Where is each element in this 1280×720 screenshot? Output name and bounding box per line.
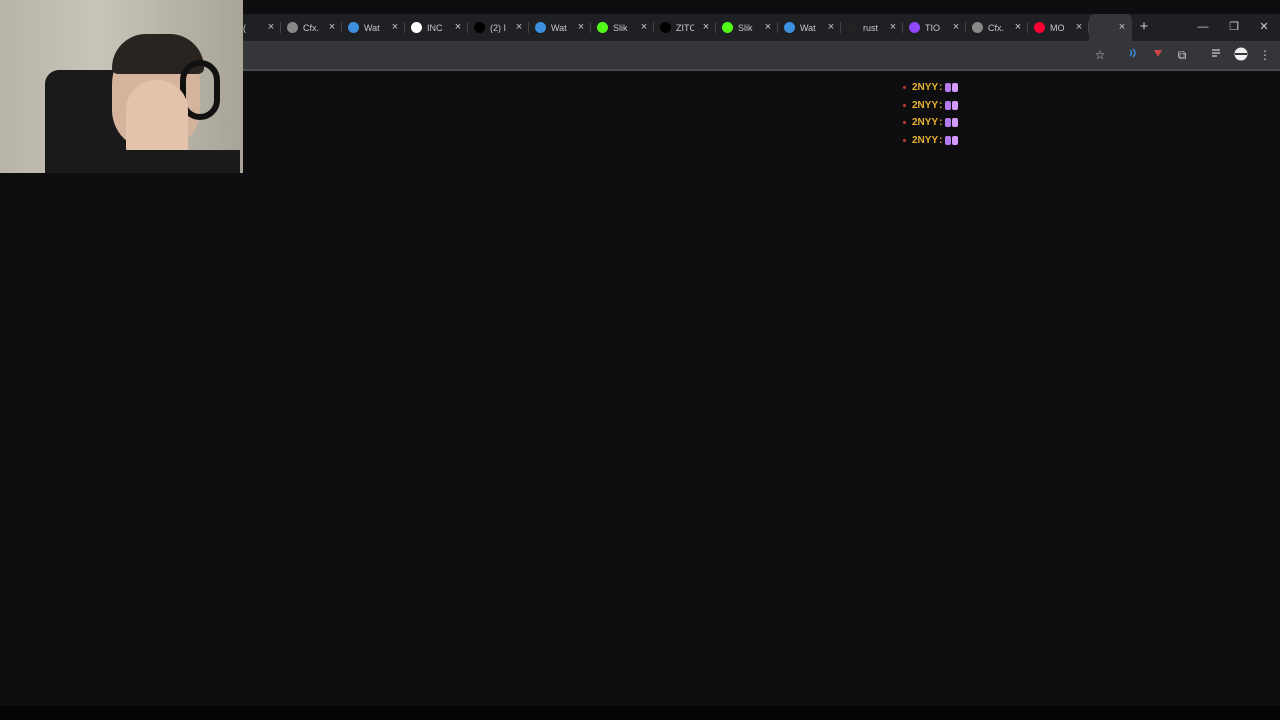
tab-close-icon[interactable]: × <box>888 21 898 33</box>
tab-title: Slik <box>738 22 753 33</box>
globe-icon <box>972 22 983 33</box>
tab-close-icon[interactable]: × <box>1013 21 1023 33</box>
webcam-shirt <box>100 150 240 173</box>
tab-title: MO <box>1050 22 1065 33</box>
shield-glyph <box>1154 50 1162 57</box>
tab-title: Slik <box>613 22 628 33</box>
x-icon <box>474 22 485 33</box>
tab-4[interactable]: INC × <box>405 14 468 41</box>
tab-close-icon[interactable]: × <box>701 21 711 33</box>
tab-9[interactable]: Slik × <box>716 14 778 41</box>
watch-icon <box>535 22 546 33</box>
cast-glyph <box>1129 48 1136 58</box>
google-icon <box>411 22 422 33</box>
tab-close-icon[interactable]: × <box>327 21 337 33</box>
tab-13[interactable]: Cfx. × <box>966 14 1028 41</box>
badge-icon <box>903 139 906 143</box>
tab-12[interactable]: TIO × <box>903 14 966 41</box>
twitch-icon <box>909 22 920 33</box>
rust-icon <box>847 22 858 33</box>
tab-title: (2) I <box>490 22 507 33</box>
chat-message: 2NYY : <box>900 97 1100 115</box>
tab-3[interactable]: Wat × <box>342 14 405 41</box>
tab-6[interactable]: Wat × <box>529 14 591 41</box>
chat-username: 2NYY <box>912 82 939 94</box>
globe-icon <box>287 22 298 33</box>
tab-close-icon[interactable]: × <box>390 21 400 33</box>
watch-icon <box>784 22 795 33</box>
tab-close-icon[interactable]: × <box>576 21 586 33</box>
tab-7[interactable]: Slik × <box>591 14 654 41</box>
media-control-icon[interactable] <box>1209 47 1225 63</box>
kick-icon <box>722 22 733 33</box>
chat-message: 2NYY : <box>900 132 1100 150</box>
tab-close-icon[interactable]: × <box>639 21 649 33</box>
chat-separator: : <box>939 135 943 147</box>
chat-message: 2NYY : <box>900 114 1100 132</box>
kick-icon <box>597 22 608 33</box>
tab-5[interactable]: (2) I × <box>468 14 529 41</box>
extensions-icon[interactable]: ⧉ <box>1174 47 1190 63</box>
badge-icon <box>903 86 906 90</box>
chat-separator: : <box>939 82 943 94</box>
tab-title: Wat <box>551 22 567 33</box>
new-tab-button[interactable]: + <box>1134 14 1154 41</box>
tab-title: Cfx. <box>988 22 1005 33</box>
chat-message: 2NYY : <box>900 79 1100 97</box>
avatar-glyph <box>1234 47 1248 61</box>
minimize-button[interactable]: — <box>1188 14 1218 41</box>
emote-icon <box>945 118 959 128</box>
tab-close-icon[interactable]: × <box>951 21 961 33</box>
tab-10[interactable]: Wat × <box>778 14 841 41</box>
shield-extension-icon[interactable] <box>1150 47 1166 63</box>
chat-separator: : <box>939 117 943 129</box>
tab-14[interactable]: MO × <box>1028 14 1089 41</box>
chat-username: 2NYY <box>912 117 939 129</box>
tab-close-icon[interactable]: × <box>1117 21 1127 33</box>
badge-icon <box>903 121 906 125</box>
chat-separator: : <box>939 99 943 111</box>
tab-title: ( <box>243 22 246 33</box>
tab-close-icon[interactable]: × <box>453 21 463 33</box>
tab-title: ZITC <box>676 22 694 33</box>
chat-username: 2NYY <box>912 135 939 147</box>
tab-close-icon[interactable]: × <box>826 21 836 33</box>
tab-close-icon[interactable]: × <box>1074 21 1084 33</box>
watch-icon <box>348 22 359 33</box>
chat-overlay: 2NYY : 2NYY : 2NYY : 2NYY : <box>900 79 1100 149</box>
cast-icon[interactable] <box>1125 47 1141 63</box>
tab-close-icon[interactable]: × <box>266 21 276 33</box>
emote-icon <box>945 100 959 110</box>
tab-title: rust <box>863 22 879 33</box>
bookmark-star-icon[interactable]: ☆ <box>1092 47 1108 63</box>
tab-11[interactable]: rust × <box>841 14 903 41</box>
youtube-icon <box>1034 22 1045 33</box>
media-glyph <box>1212 49 1220 57</box>
webcam-overlay <box>0 0 243 173</box>
tab-8[interactable]: ZITC × <box>654 14 716 41</box>
tab-2[interactable]: Cfx. × <box>281 14 342 41</box>
chat-username: 2NYY <box>912 99 939 111</box>
profile-avatar-icon[interactable] <box>1233 47 1249 63</box>
bottom-bar <box>0 706 1280 720</box>
tab-title: Cfx. <box>303 22 320 33</box>
tab-close-icon[interactable]: × <box>514 21 524 33</box>
tab-title: Wat <box>364 22 380 33</box>
tiktok-icon <box>660 22 671 33</box>
tab-1[interactable]: (× <box>243 14 281 41</box>
emote-icon <box>945 136 959 146</box>
window-close-button[interactable]: ✕ <box>1249 14 1279 41</box>
tab-close-icon[interactable]: × <box>763 21 773 33</box>
tab-15[interactable]: × <box>1089 14 1132 41</box>
tab-title: TIO <box>925 22 940 33</box>
emote-icon <box>945 83 959 93</box>
badge-icon <box>903 103 906 107</box>
browser-menu-icon[interactable]: ⋮ <box>1257 47 1273 63</box>
restore-button[interactable]: ❐ <box>1219 14 1249 41</box>
tab-title: Wat <box>800 22 816 33</box>
tab-title: INC <box>427 22 443 33</box>
